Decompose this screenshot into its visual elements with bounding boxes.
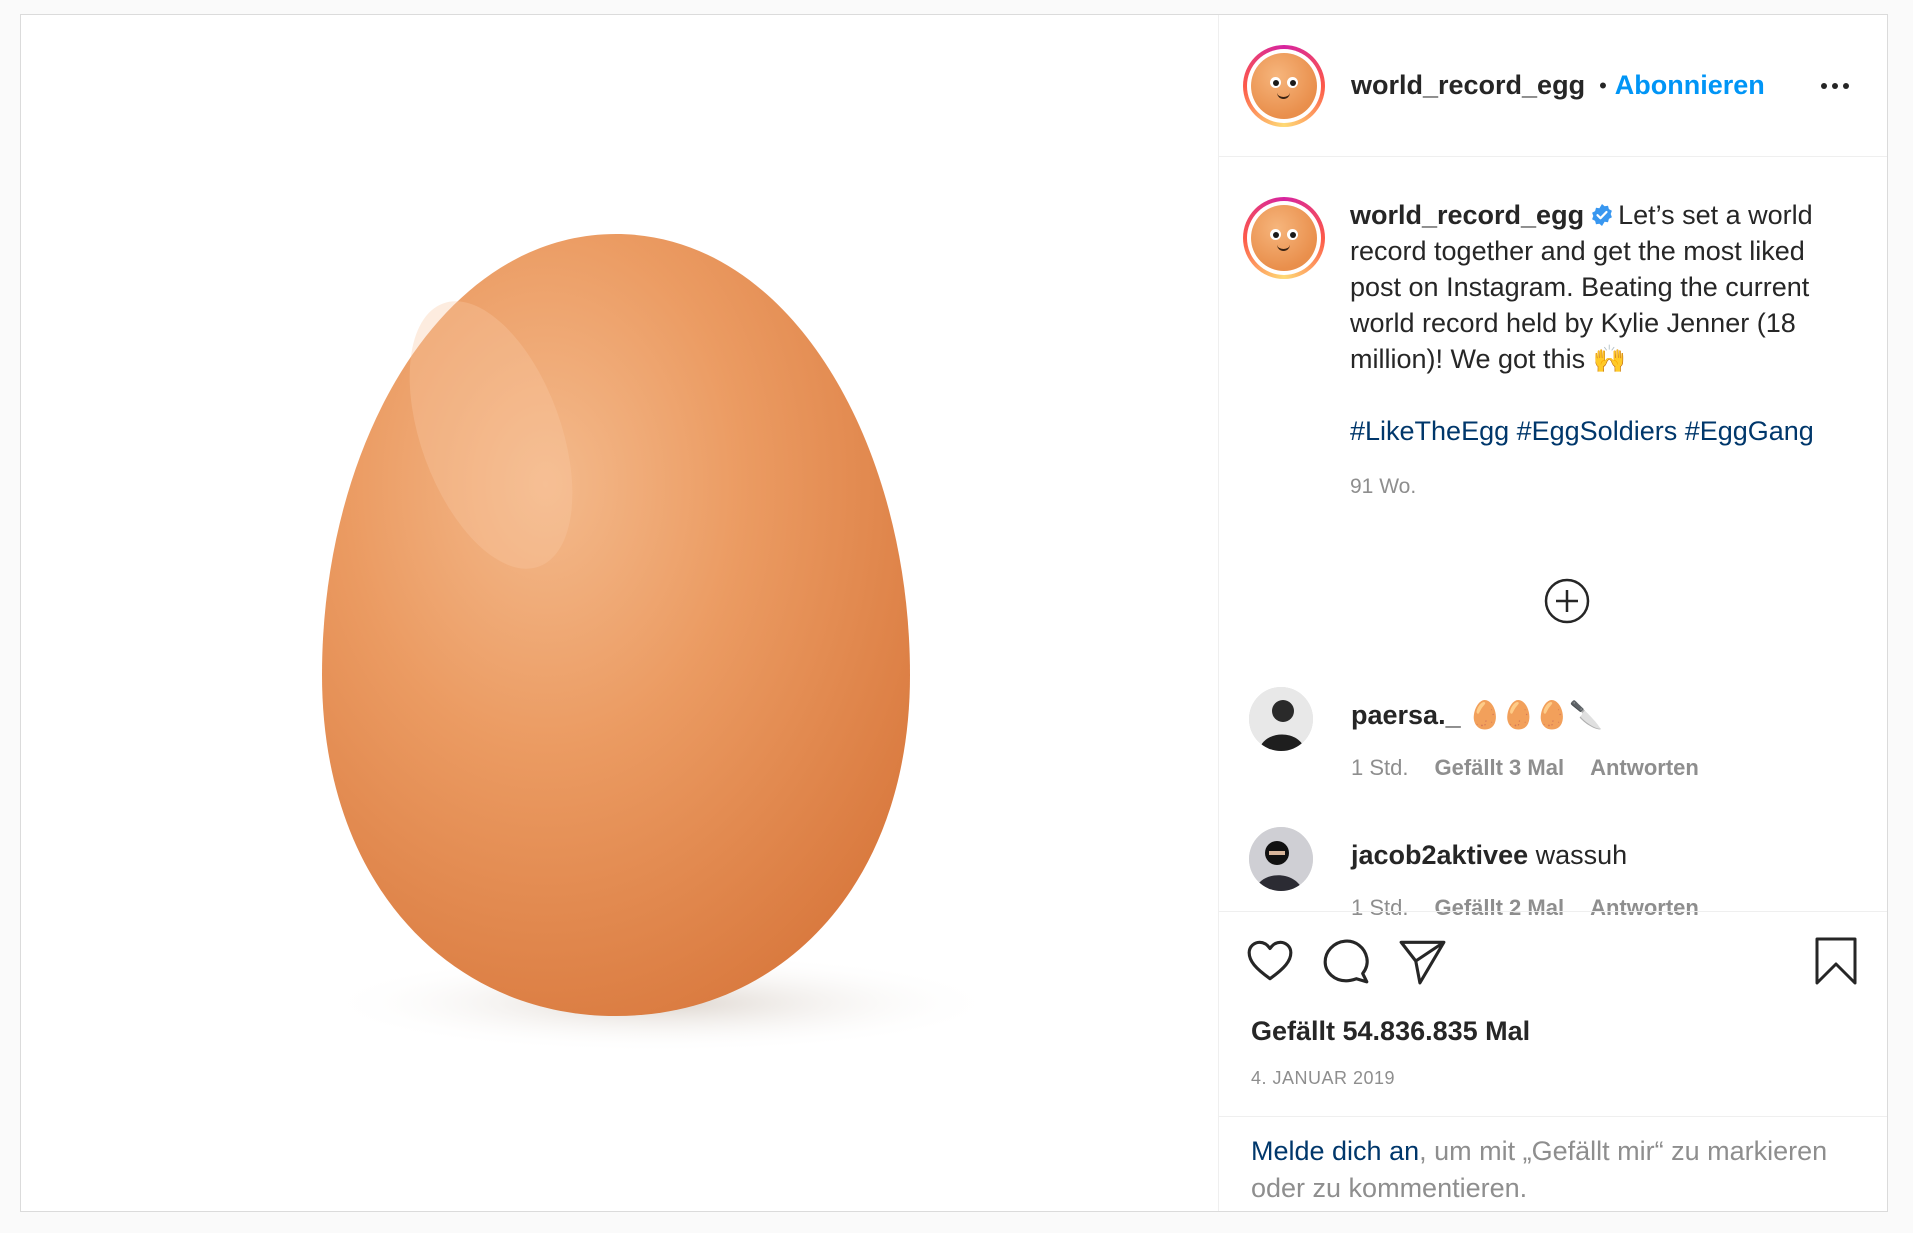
egg-face-icon	[1251, 52, 1317, 119]
caption-avatar[interactable]	[1243, 197, 1325, 279]
comment-bubble-icon[interactable]	[1321, 936, 1371, 986]
caption: world_record_egg Let’s set a world record…	[1243, 197, 1863, 505]
egg-face-icon	[1251, 205, 1317, 271]
post-card: world_record_egg • Abonnieren world_reco…	[20, 14, 1888, 1212]
caption-hashtags[interactable]: #LikeTheEgg #EggSoldiers #EggGang	[1350, 413, 1855, 449]
comment-username[interactable]: paersa._	[1351, 700, 1461, 730]
comment-time[interactable]: 1 Std.	[1351, 755, 1408, 781]
comment-username[interactable]: jacob2aktivee	[1351, 840, 1528, 870]
separator: •	[1599, 72, 1607, 98]
login-prompt: Melde dich an, um mit „Gefällt mir“ zu m…	[1219, 1116, 1887, 1214]
action-bar: Gefällt 54.836.835 Mal 4. JANUAR 2019 Me…	[1219, 911, 1887, 1214]
load-more-comments-icon[interactable]	[1543, 577, 1591, 625]
author-avatar[interactable]	[1243, 44, 1325, 127]
egg-photo	[321, 234, 1001, 1053]
commenter-avatar[interactable]	[1249, 687, 1313, 751]
like-count[interactable]: Gefällt 54.836.835 Mal	[1251, 1016, 1530, 1047]
author-username[interactable]: world_record_egg	[1351, 70, 1585, 101]
caption-username[interactable]: world_record_egg	[1350, 200, 1584, 230]
comment-item: jacob2aktivee wassuh 1 Std. Gefällt 2 Ma…	[1249, 827, 1869, 921]
post-header: world_record_egg • Abonnieren	[1219, 15, 1887, 157]
reply-button[interactable]: Antworten	[1590, 755, 1699, 781]
follow-button[interactable]: Abonnieren	[1615, 70, 1765, 101]
comment-text: wassuh	[1535, 840, 1628, 870]
like-heart-icon[interactable]	[1245, 936, 1295, 986]
post-image[interactable]	[21, 15, 1219, 1211]
commenter-avatar[interactable]	[1249, 827, 1313, 891]
post-sidebar: world_record_egg • Abonnieren world_reco…	[1219, 15, 1887, 1211]
caption-time[interactable]: 91 Wo.	[1350, 469, 1855, 505]
comment-likes[interactable]: Gefällt 3 Mal	[1434, 755, 1564, 781]
comment-item: paersa._ 🥚🥚🥚🔪 1 Std. Gefällt 3 Mal Antwo…	[1249, 687, 1869, 781]
bookmark-icon[interactable]	[1813, 936, 1859, 986]
more-options-icon[interactable]	[1811, 73, 1859, 99]
post-date[interactable]: 4. JANUAR 2019	[1251, 1068, 1395, 1089]
login-link[interactable]: Melde dich an	[1251, 1136, 1419, 1166]
comment-text: 🥚🥚🥚🔪	[1468, 700, 1603, 730]
share-send-icon[interactable]	[1397, 936, 1447, 986]
verified-badge-icon	[1592, 204, 1612, 226]
